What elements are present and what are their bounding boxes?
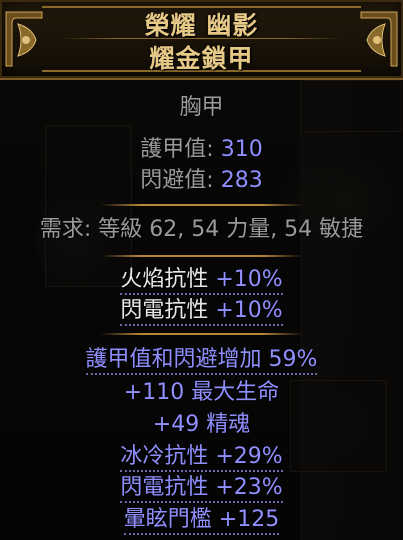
item-base-type: 耀金鎖甲 [149,44,254,73]
explicit-mod-text: 閃電抗性 +23% [120,475,283,503]
property-label: 閃避值: [140,168,214,193]
implicit-mod: 火焰抗性 +10% [0,266,403,295]
property-armour: 護甲值: 310 [0,136,403,164]
explicit-mod-text: 暈眩門檻 +125 [123,507,280,535]
implicit-mod: 閃電抗性 +10% [0,297,403,326]
mod-value: 59% [268,347,318,372]
explicit-mod: 閃電抗性 +23% [0,474,403,503]
mod-name: 護甲值和閃避增加 [85,347,262,372]
explicit-mod: +49 精魂 [0,411,403,439]
separator [100,333,303,335]
mod-value: +23% [215,475,283,500]
item-name: 榮耀 幽影 [144,11,259,40]
property-evasion: 閃避值: 283 [0,167,403,195]
item-class: 胸甲 [179,95,224,120]
mod-name: 精魂 [206,412,251,437]
implicit-mod-text: 閃電抗性 +10% [120,298,283,326]
property-value: 310 [220,137,263,162]
explicit-mod: 暈眩門檻 +125 [0,506,403,535]
mod-value: +10% [215,267,283,292]
mod-name: 閃電抗性 [120,298,209,323]
mod-value: +49 [152,412,200,437]
mod-name: 火焰抗性 [120,267,209,292]
mod-value: +29% [215,444,283,469]
mod-value: +110 [123,380,185,405]
mod-name: 閃電抗性 [120,475,209,500]
mod-name: 暈眩門檻 [123,507,212,532]
mod-name: 冰冷抗性 [120,444,209,469]
explicit-mod-text: 護甲值和閃避增加 59% [85,347,318,375]
explicit-mod: 護甲值和閃避增加 59% [0,346,403,375]
explicit-mod-text: 冰冷抗性 +29% [120,444,283,472]
explicit-mod: 冰冷抗性 +29% [0,443,403,472]
item-tooltip: 榮耀 幽影 耀金鎖甲 胸甲 護甲值: 310 閃避值: 283 需求: 等級 6… [0,0,403,540]
item-requirements: 需求: 等級 62, 54 力量, 54 敏捷 [39,217,364,242]
mod-value: +125 [218,507,280,532]
implicit-mod-text: 火焰抗性 +10% [120,267,283,295]
property-label: 護甲值: [140,137,214,162]
explicit-mod: +110 最大生命 [0,379,403,407]
mod-name: 最大生命 [191,380,280,405]
property-value: 283 [220,168,263,193]
separator [100,204,303,206]
tooltip-header: 榮耀 幽影 耀金鎖甲 [0,0,403,80]
separator [100,255,303,257]
mod-value: +10% [215,298,283,323]
